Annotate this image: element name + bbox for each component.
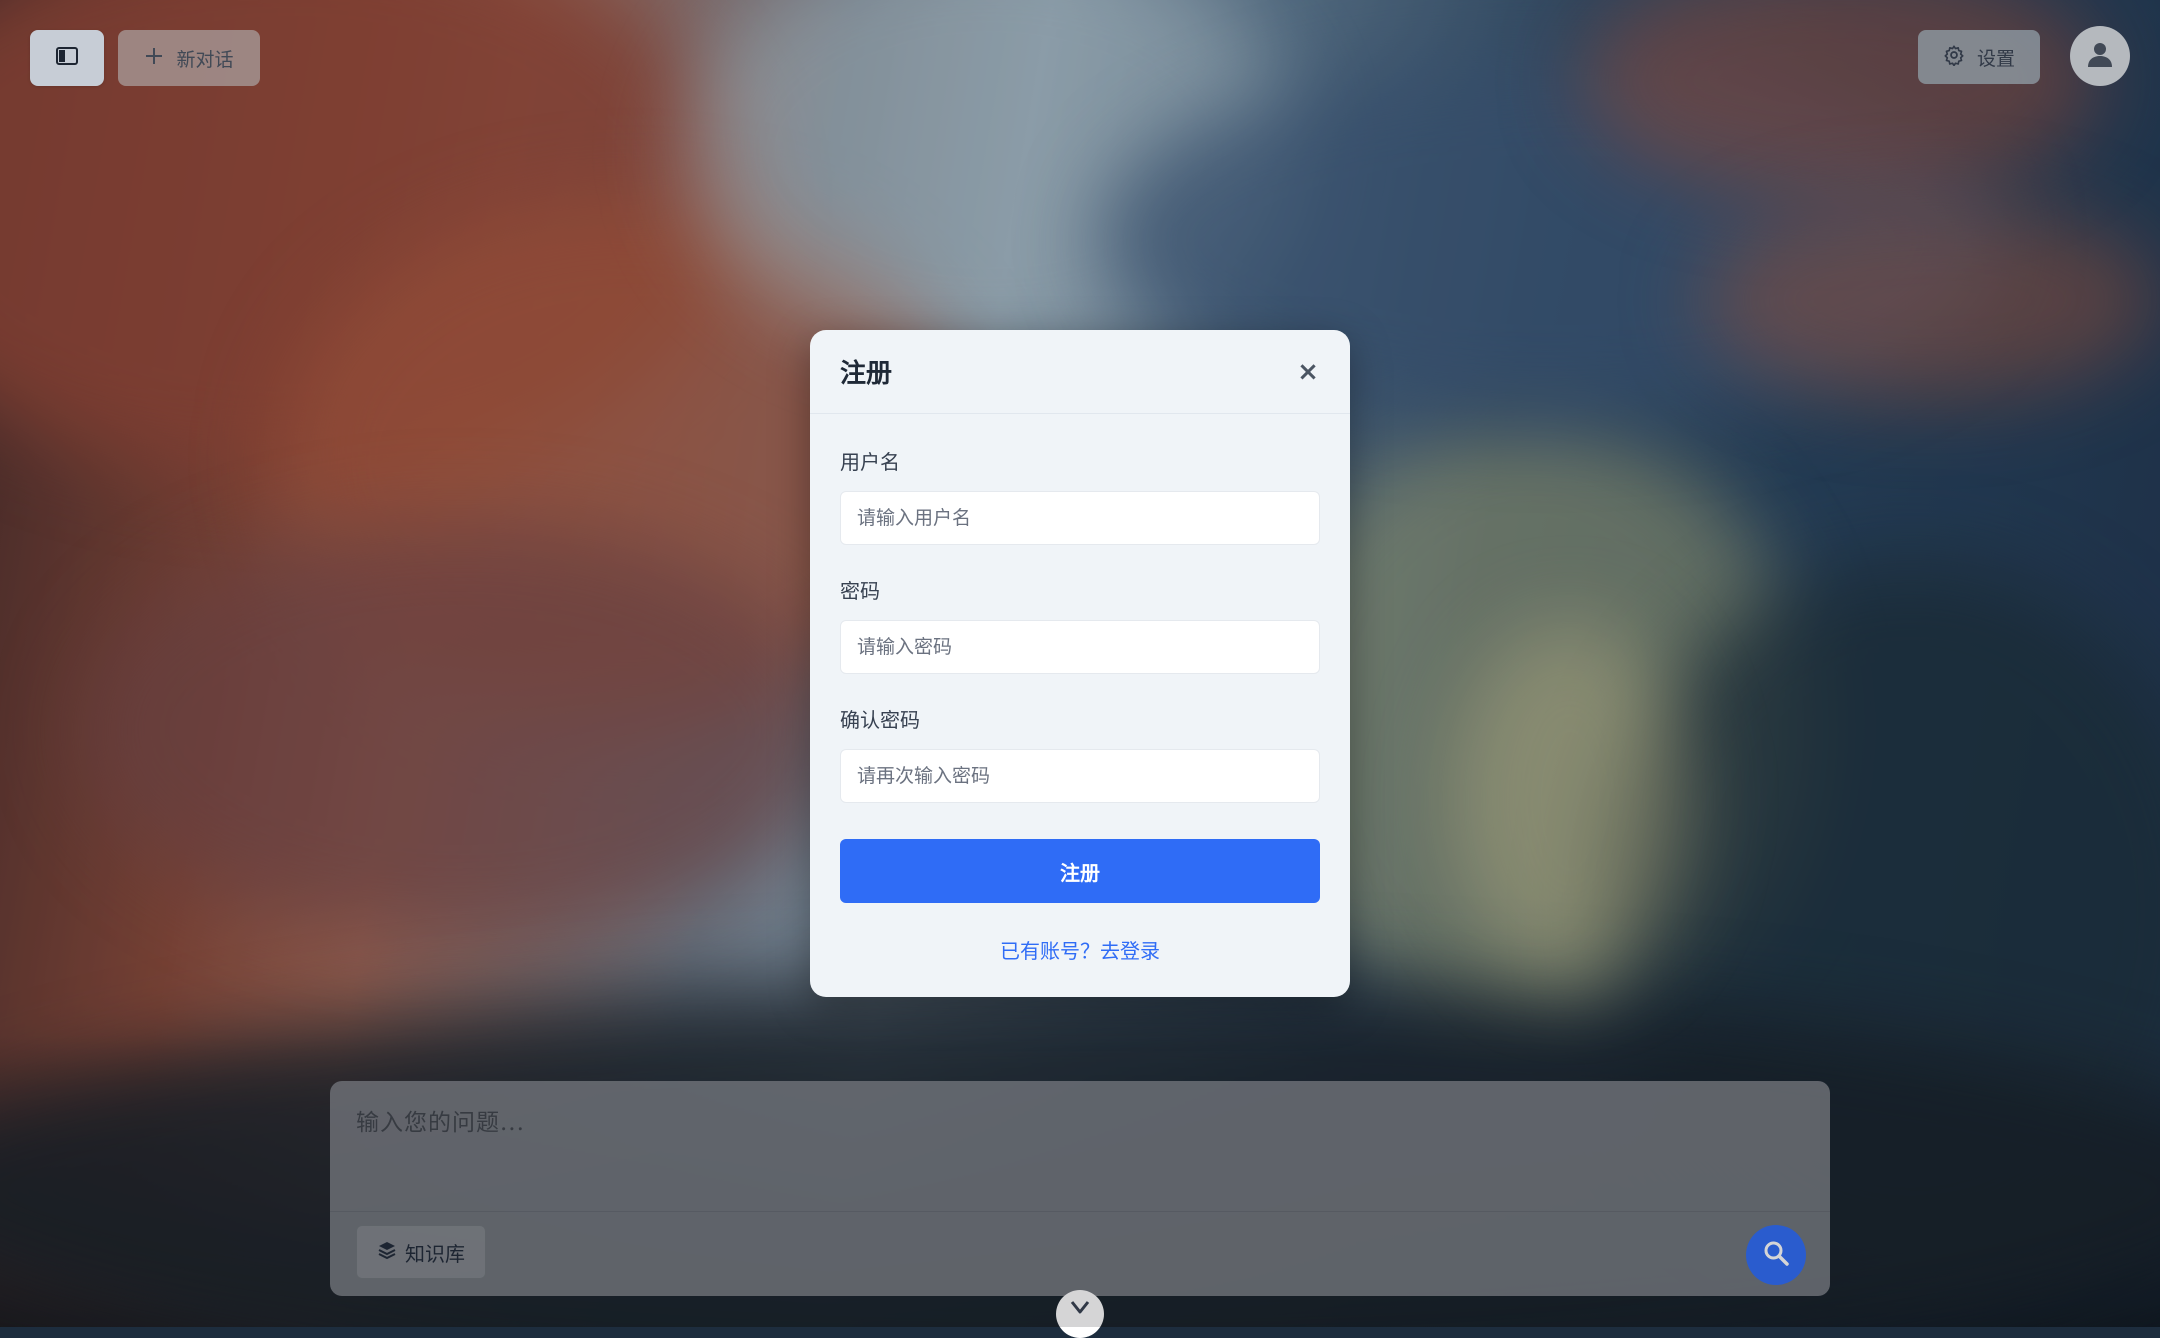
password-input[interactable] <box>840 620 1320 674</box>
modal-title: 注册 <box>840 359 893 389</box>
go-login-link[interactable]: 已有账号？去登录 <box>840 935 1320 964</box>
register-button[interactable]: 注册 <box>840 839 1320 903</box>
register-modal: 注册 × 用户名 密码 确认密码 注册 已有账号？去登录 <box>810 330 1350 997</box>
confirm-password-input[interactable] <box>840 749 1320 803</box>
close-icon[interactable]: × <box>1290 354 1326 390</box>
modal-header: 注册 × <box>810 330 1350 414</box>
password-label: 密码 <box>840 579 880 603</box>
username-input[interactable] <box>840 491 1320 545</box>
confirm-password-label: 确认密码 <box>840 708 920 732</box>
username-label: 用户名 <box>840 450 900 474</box>
